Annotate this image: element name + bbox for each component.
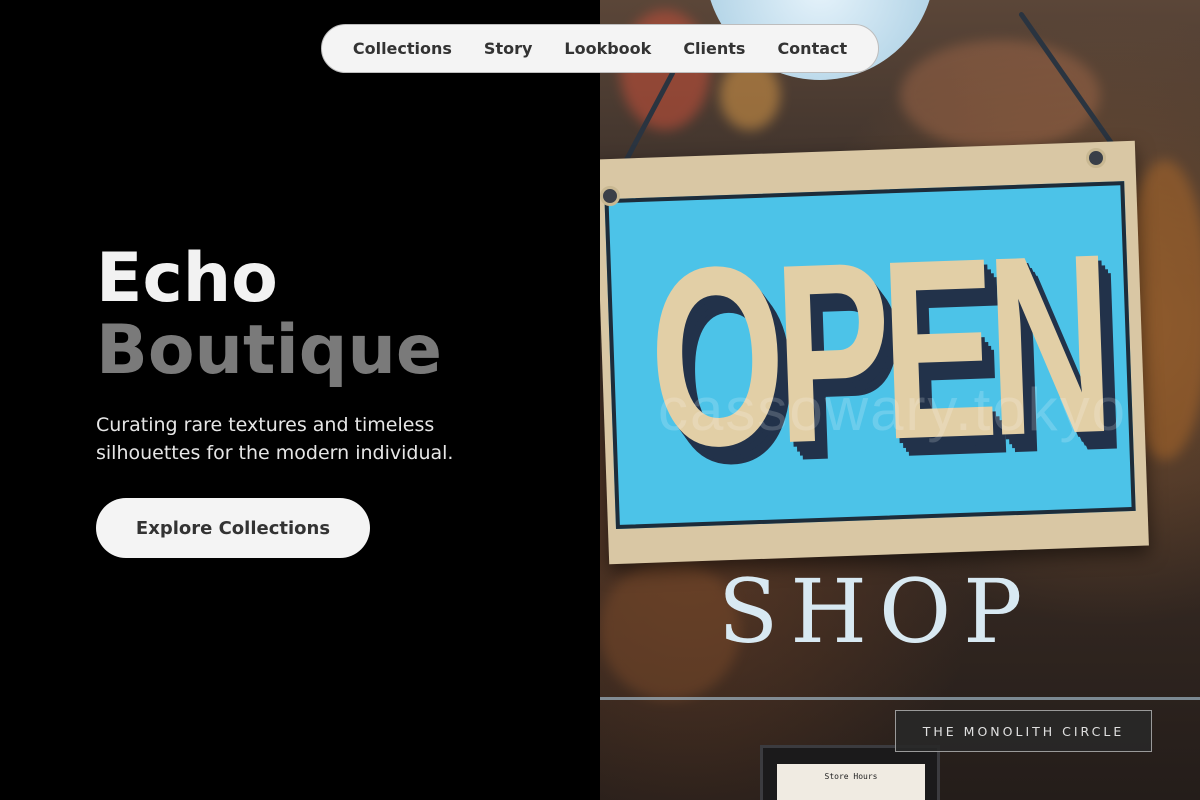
nav-item-story[interactable]: Story — [468, 39, 548, 58]
nav-item-lookbook[interactable]: Lookbook — [548, 39, 667, 58]
nav-item-collections[interactable]: Collections — [337, 39, 468, 58]
hero-panel — [0, 0, 600, 800]
monolith-circle-badge: THE MONOLITH CIRCLE — [895, 710, 1152, 752]
nav-item-contact[interactable]: Contact — [761, 39, 863, 58]
shop-door-text: SHOP — [718, 560, 1035, 663]
bokeh-light — [900, 40, 1100, 150]
hero-subtitle: Curating rare textures and timeless silh… — [96, 414, 454, 464]
sign-hole — [600, 186, 620, 206]
page-title: Echo Boutique — [96, 243, 442, 387]
main-nav: Collections Story Lookbook Clients Conta… — [321, 24, 879, 73]
store-hours-text: Store Hours — [777, 764, 925, 800]
nav-item-clients[interactable]: Clients — [667, 39, 761, 58]
sign-hole — [1086, 148, 1106, 168]
open-sign: OPEN — [600, 140, 1149, 565]
hero-image: OPEN cassowary.tokyo SHOP Store Hours — [600, 0, 1200, 800]
explore-collections-button[interactable]: Explore Collections — [96, 498, 370, 558]
title-line-primary: Echo — [96, 239, 278, 318]
open-sign-text: OPEN — [645, 201, 1109, 502]
store-hours-card: Store Hours — [760, 745, 940, 800]
watermark: cassowary.tokyo — [658, 376, 1128, 443]
door-frame-line — [600, 697, 1200, 700]
open-sign-panel: OPEN — [604, 181, 1136, 530]
title-line-secondary: Boutique — [96, 311, 442, 390]
